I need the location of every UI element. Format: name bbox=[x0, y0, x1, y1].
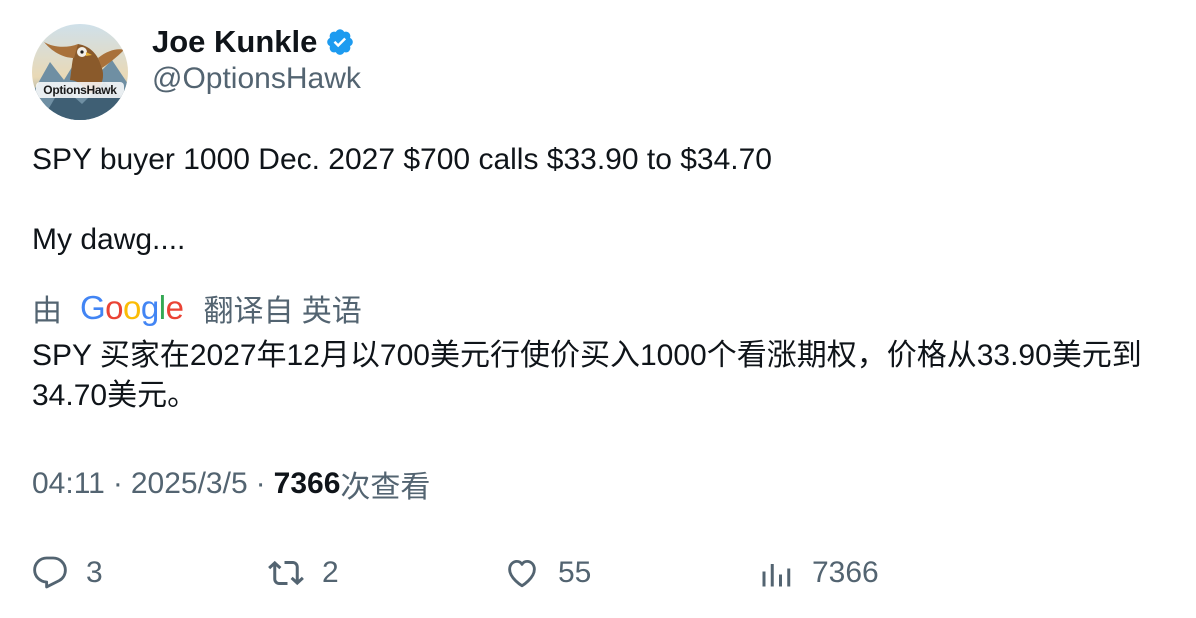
user-handle[interactable]: @OptionsHawk bbox=[152, 62, 361, 96]
avatar[interactable]: OptionsHawk bbox=[32, 24, 128, 120]
tweet-card: OptionsHawk Joe Kunkle @OptionsHawk SPY … bbox=[0, 0, 1196, 618]
tweet-date[interactable]: 2025/3/5 bbox=[131, 467, 248, 501]
retweet-icon bbox=[268, 555, 304, 591]
display-name-row: Joe Kunkle bbox=[152, 22, 355, 62]
reply-icon bbox=[32, 555, 68, 591]
display-name[interactable]: Joe Kunkle bbox=[152, 24, 317, 60]
tweet-text: SPY buyer 1000 Dec. 2027 $700 calls $33.… bbox=[32, 140, 1162, 260]
tweet-text-line-1: SPY buyer 1000 Dec. 2027 $700 calls $33.… bbox=[32, 143, 772, 176]
translation-source-label: 翻译自 英语 bbox=[203, 295, 362, 328]
hawk-logo-icon bbox=[32, 24, 128, 120]
verified-badge-icon[interactable] bbox=[325, 27, 355, 57]
translation-attribution: 由 Google 翻译自 英语 bbox=[32, 286, 362, 330]
views-button[interactable]: 7366 bbox=[758, 548, 879, 598]
meta-separator: · bbox=[112, 467, 123, 500]
retweet-button[interactable]: 2 bbox=[268, 548, 339, 598]
tweet-text-line-2: My dawg.... bbox=[32, 223, 186, 256]
google-logo[interactable]: Google bbox=[80, 289, 184, 327]
views-count: 7366 bbox=[273, 467, 341, 500]
action-bar: 3 2 55 7366 bbox=[0, 548, 1196, 598]
views-action-count: 7366 bbox=[812, 556, 879, 589]
retweet-count: 2 bbox=[322, 556, 339, 589]
translation-by-label: 由 bbox=[32, 295, 62, 328]
tweet-meta: 04:11 · 2025/3/5 · 7366 次查看 bbox=[32, 464, 430, 504]
views-icon bbox=[758, 555, 794, 591]
views-label: 次查看 bbox=[340, 471, 431, 504]
like-button[interactable]: 55 bbox=[504, 548, 591, 598]
reply-button[interactable]: 3 bbox=[32, 548, 103, 598]
meta-separator: · bbox=[255, 467, 266, 500]
like-count: 55 bbox=[558, 556, 592, 589]
avatar-logo-text: OptionsHawk bbox=[43, 83, 117, 97]
like-icon bbox=[504, 555, 540, 591]
translated-text: SPY 买家在2027年12月以700美元行使价买入1000个看涨期权，价格从3… bbox=[32, 339, 1142, 412]
reply-count: 3 bbox=[86, 556, 103, 589]
tweet-time[interactable]: 04:11 bbox=[32, 467, 105, 501]
